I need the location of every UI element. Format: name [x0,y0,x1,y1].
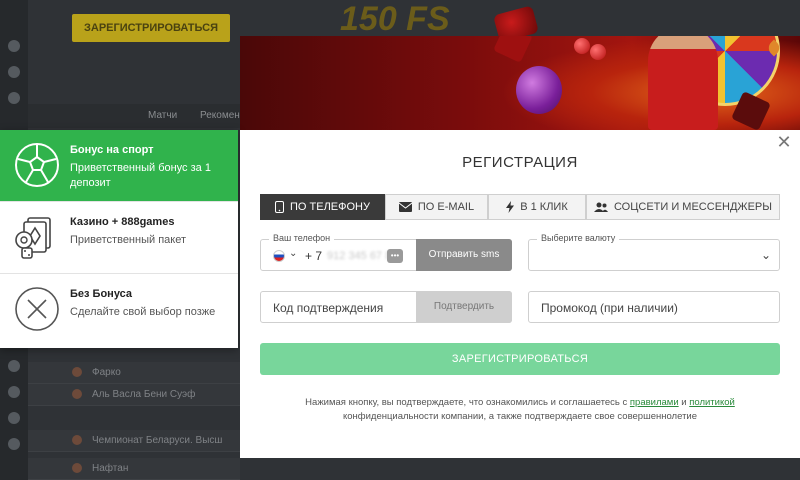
sidebar-icon [8,66,20,78]
no-bonus-x-icon [15,287,59,331]
tab-social-messengers[interactable]: СОЦСЕТИ И МЕССЕНДЖЕРЫ [586,194,780,220]
row-text: Чемпионат Беларуси. Высш [92,435,223,446]
tab-one-click[interactable]: В 1 КЛИК [488,194,586,220]
currency-label: Выберите валюту [537,233,620,243]
background-row: Фарко [28,362,240,384]
terms-text-part: Нажимая кнопку, вы подтверждаете, что оз… [305,397,630,408]
row-text: Аль Васла Бени Суэф [92,389,196,400]
confirmation-code-placeholder: Код подтверждения [273,301,384,315]
currency-select[interactable]: Выберите валюту ⌄ [528,233,780,271]
bonus-option-none[interactable]: Без Бонуса Сделайте свой выбор позже [0,274,238,346]
chevron-down-icon: ⌄ [760,248,771,262]
sidebar-icon [8,386,20,398]
chevron-down-icon[interactable]: ⌄ [289,248,297,259]
hero-top: 150 FS [240,0,800,43]
users-icon [593,202,608,212]
tab-label: ПО E-MAIL [417,201,475,213]
background-row: Нафтан [28,458,240,480]
background-tabs: Матчи Рекомен [28,104,240,128]
team-icon [72,463,82,473]
tab-label: В 1 КЛИК [520,201,568,213]
close-icon[interactable]: ✕ [776,133,792,151]
sidebar-icon [8,92,20,104]
soccer-ball-icon [15,143,59,187]
register-button[interactable]: ЗАРЕГИСТРИРОВАТЬСЯ [260,343,780,375]
bonus-subtitle: Сделайте свой выбор позже [70,306,216,318]
bonus-title: Бонус на спорт [70,144,154,156]
lightning-icon [506,201,515,213]
phone-icon [275,201,284,213]
row-text: Нафтан [92,463,129,474]
promo-code-placeholder: Промокод (при наличии) [541,301,678,315]
promo-banner [240,36,800,130]
policy-link[interactable]: политикой [689,397,735,408]
bonus-option-sport[interactable]: Бонус на спорт Приветственный бонус за 1… [0,130,238,202]
promo-number: 150 FS [340,0,450,38]
modal-title: РЕГИСТРАЦИЯ [462,154,578,171]
terms-text-part: конфиденциальности компании, а также под… [342,411,698,422]
sidebar-icon [8,40,20,52]
bonus-subtitle: Приветственный пакет [70,234,186,246]
envelope-icon [398,202,412,212]
flag-icon [72,435,82,445]
tab-by-email[interactable]: ПО E-MAIL [385,194,488,220]
registration-modal: ✕ РЕГИСТРАЦИЯ ПО ТЕЛЕФОНУ ПО E-MAIL В 1 … [240,130,800,458]
row-text: Фарко [92,367,121,378]
cherry-image [574,38,590,54]
tab-label: СОЦСЕТИ И МЕССЕНДЖЕРЫ [613,201,772,213]
country-code: + 7 [305,249,323,263]
player-with-trophy-image [648,36,718,130]
rules-link[interactable]: правилами [630,397,679,408]
bonus-subtitle: Приветственный бонус за 1 депозит [70,162,211,189]
bonus-option-casino[interactable]: Казино + 888games Приветственный пакет [0,202,238,274]
keyboard-icon: ••• [387,249,403,263]
plum-image [516,66,562,114]
background-register-button[interactable]: ЗАРЕГИСТРИРОВАТЬСЯ [72,14,230,42]
cherry-image [590,44,606,60]
sidebar-icon [8,360,20,372]
background-row: Чемпионат Беларуси. Высш [28,430,240,452]
terms-text: Нажимая кнопку, вы подтверждаете, что оз… [280,396,760,424]
tab-by-phone[interactable]: ПО ТЕЛЕФОНУ [260,194,385,220]
team-icon [72,367,82,377]
confirm-button[interactable]: Подтвердить [416,291,512,323]
background-tab[interactable]: Рекомен [200,110,240,121]
sidebar-icon [8,438,20,450]
background-row: Аль Васла Бени Суэф [28,384,240,406]
terms-text-part: и [678,397,690,408]
phone-label: Ваш телефон [269,233,335,243]
background-tab[interactable]: Матчи [148,110,177,121]
bonus-title: Казино + 888games [70,216,175,228]
tab-label: ПО ТЕЛЕФОНУ [290,201,370,213]
team-icon [72,389,82,399]
promo-code-input[interactable]: Промокод (при наличии) [528,291,780,323]
send-sms-button[interactable]: Отправить sms [416,239,512,271]
russia-flag-icon[interactable] [273,250,285,262]
bonus-title: Без Бонуса [70,288,133,300]
registration-method-tabs: ПО ТЕЛЕФОНУ ПО E-MAIL В 1 КЛИК СОЦСЕТИ И… [260,194,780,220]
casino-cards-icon [15,217,51,259]
sidebar-icon [8,412,20,424]
bonus-selection-panel: Бонус на спорт Приветственный бонус за 1… [0,130,238,348]
